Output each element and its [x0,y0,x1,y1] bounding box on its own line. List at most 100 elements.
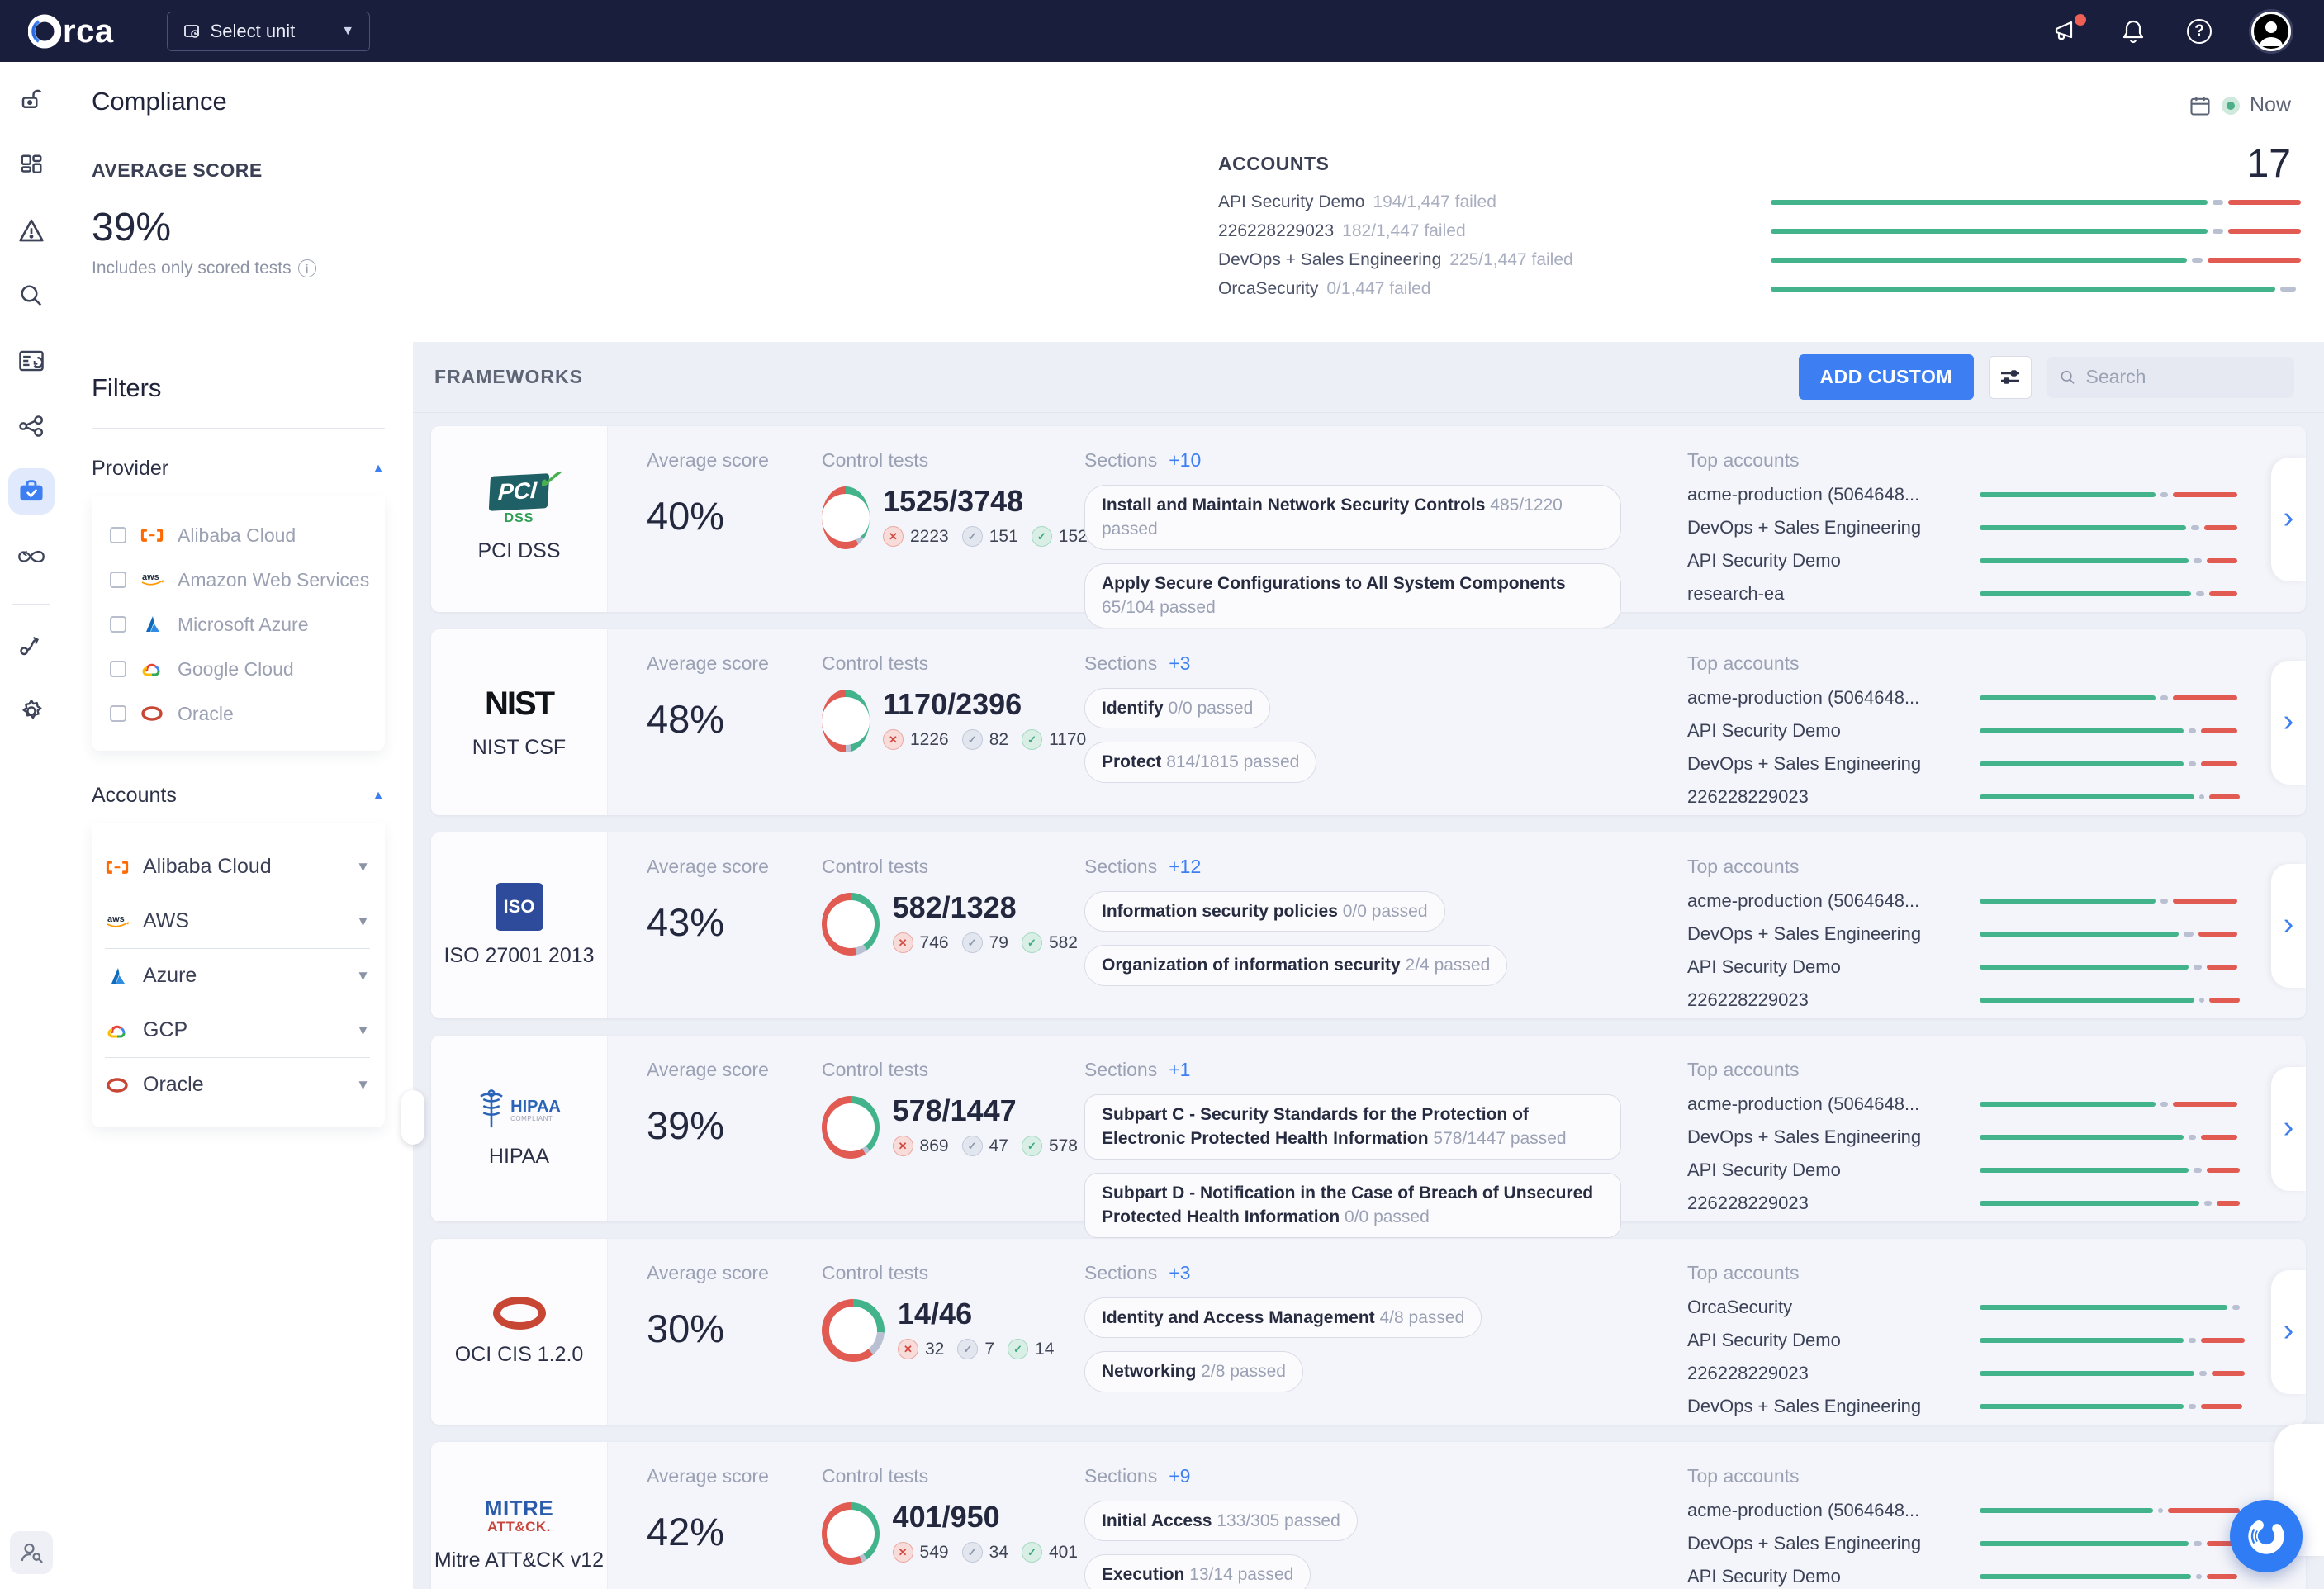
checkbox[interactable] [110,661,126,677]
framework-row-iso-27001[interactable]: ISO ISO 27001 2013 Average score 43% Con… [431,832,2306,1018]
section-pill[interactable]: Subpart D - Notification in the Case of … [1084,1173,1621,1238]
top-account-row[interactable]: acme-production (5064648... [1687,885,2235,918]
section-pill[interactable]: Identity and Access Management 4/8 passe… [1084,1297,1482,1338]
frameworks-search[interactable] [2047,357,2294,398]
top-account-row[interactable]: API Security Demo [1687,1560,2235,1589]
expand-framework-button[interactable]: › [2271,661,2306,785]
top-account-row[interactable]: API Security Demo [1687,1154,2235,1187]
padlock-icon[interactable] [8,77,55,123]
section-pill[interactable]: Execution 13/14 passed [1084,1554,1311,1589]
more-sections-link[interactable]: +3 [1169,1262,1190,1284]
section-pill[interactable]: Initial Access 133/305 passed [1084,1501,1358,1541]
collapse-filters-handle[interactable] [401,1090,424,1145]
shift-left-icon[interactable] [8,534,55,580]
user-access-icon[interactable] [10,1531,53,1574]
top-account-row[interactable]: research-ea [1687,577,2235,610]
top-account-row[interactable]: OrcaSecurity [1687,1291,2235,1324]
orca-chat-button[interactable] [2230,1500,2303,1572]
top-account-row[interactable]: API Security Demo [1687,951,2235,984]
search-icon[interactable] [8,273,55,319]
top-account-row[interactable]: acme-production (5064648... [1687,1088,2235,1121]
expand-framework-button[interactable]: › [2271,864,2306,988]
framework-row-hipaa[interactable]: HIPAACOMPLIANT HIPAA Average score 39% C… [431,1036,2306,1221]
section-pill[interactable]: Networking 2/8 passed [1084,1351,1303,1392]
account-summary-row[interactable]: OrcaSecurity0/1,447 failed [1218,275,2291,302]
framework-row-mitre-attack[interactable]: MITRE ATT&CK. Mitre ATT&CK v12 Average s… [431,1442,2306,1589]
top-account-row[interactable]: API Security Demo [1687,1324,2235,1357]
filter-settings-button[interactable] [1989,356,2032,399]
help-icon[interactable]: ? [2185,17,2213,45]
integrations-icon[interactable] [8,623,55,669]
more-sections-link[interactable]: +12 [1169,856,1201,878]
top-account-row[interactable]: DevOps + Sales Engineering [1687,1121,2235,1154]
section-pill[interactable]: Subpart C - Security Standards for the P… [1084,1094,1621,1160]
provider-option-aws[interactable]: aws Amazon Web Services [110,557,378,602]
account-summary-row[interactable]: DevOps + Sales Engineering225/1,447 fail… [1218,246,2291,273]
attack-graph-icon[interactable] [8,403,55,449]
top-account-row[interactable]: DevOps + Sales Engineering [1687,747,2235,780]
section-pill[interactable]: Identify 0/0 passed [1084,688,1270,728]
settings-icon[interactable] [8,688,55,734]
more-sections-link[interactable]: +3 [1169,652,1190,675]
section-pill[interactable]: Protect 814/1815 passed [1084,742,1316,782]
azure-icon [105,964,130,989]
alerts-icon[interactable] [8,207,55,254]
select-unit-dropdown[interactable]: Select unit ▼ [167,12,371,51]
accounts-filter-aws[interactable]: aws AWS ▼ [105,894,370,949]
top-account-row[interactable]: 226228229023 [1687,984,2235,1017]
framework-row-pci-dss[interactable]: PCI✓ DSS PCI DSS Average score 40% Contr… [431,426,2306,612]
dashboard-icon[interactable] [8,142,55,188]
framework-row-nist-csf[interactable]: NIST NIST CSF Average score 48% Control … [431,629,2306,815]
accounts-filter-alibaba[interactable]: Alibaba Cloud ▼ [105,840,370,894]
section-pill[interactable]: Organization of information security 2/4… [1084,945,1507,985]
section-pill[interactable]: Apply Secure Configurations to All Syste… [1084,563,1621,628]
search-input[interactable] [2084,365,2281,389]
info-icon[interactable]: i [298,259,316,277]
accounts-filter-oracle[interactable]: Oracle ▼ [105,1058,370,1112]
add-custom-button[interactable]: ADD CUSTOM [1799,354,1974,400]
account-summary-row[interactable]: 226228229023182/1,447 failed [1218,217,2291,244]
announcements-icon[interactable] [2053,17,2081,45]
more-sections-link[interactable]: +9 [1169,1465,1190,1487]
section-pill[interactable]: Install and Maintain Network Security Co… [1084,485,1621,550]
top-account-row[interactable]: 226228229023 [1687,1357,2235,1390]
more-sections-link[interactable]: +10 [1169,449,1201,472]
checkbox[interactable] [110,572,126,588]
top-account-row[interactable]: DevOps + Sales Engineering [1687,511,2235,544]
top-account-row[interactable]: 226228229023 [1687,780,2235,813]
expand-framework-button[interactable]: › [2271,458,2306,581]
svg-text:aws: aws [107,914,125,924]
compliance-icon-active[interactable] [8,468,55,515]
provider-section-toggle[interactable]: Provider▲ [92,457,385,496]
checkbox[interactable] [110,616,126,633]
accounts-filter-gcp[interactable]: GCP ▼ [105,1003,370,1058]
inventory-icon[interactable] [8,338,55,384]
top-account-row[interactable]: acme-production (5064648... [1687,1494,2235,1527]
provider-option-gcp[interactable]: Google Cloud [110,647,378,691]
checkbox[interactable] [110,527,126,543]
provider-option-azure[interactable]: Microsoft Azure [110,602,378,647]
top-account-row[interactable]: DevOps + Sales Engineering [1687,918,2235,951]
more-sections-link[interactable]: +1 [1169,1059,1190,1081]
accounts-section-toggle[interactable]: Accounts▲ [92,784,385,823]
account-summary-row[interactable]: API Security Demo194/1,447 failed [1218,188,2291,216]
expand-framework-button[interactable]: › [2271,1270,2306,1394]
accounts-filter-azure[interactable]: Azure ▼ [105,949,370,1003]
top-account-row[interactable]: DevOps + Sales Engineering [1687,1527,2235,1560]
bell-icon[interactable] [2119,17,2147,45]
top-account-row[interactable]: API Security Demo [1687,714,2235,747]
top-account-row[interactable]: DevOps + Sales Engineering [1687,1390,2235,1423]
framework-row-oci-cis[interactable]: OCI CIS 1.2.0 Average score 30% Control … [431,1239,2306,1425]
top-account-row[interactable]: API Security Demo [1687,544,2235,577]
provider-option-oracle[interactable]: Oracle [110,691,378,736]
expand-framework-button[interactable]: › [2271,1067,2306,1191]
provider-option-alibaba[interactable]: Alibaba Cloud [110,513,378,557]
top-account-row[interactable]: acme-production (5064648... [1687,478,2235,511]
checkbox[interactable] [110,705,126,722]
user-avatar[interactable] [2251,12,2291,51]
orca-logo[interactable]: rca [28,13,114,50]
time-selector[interactable]: Now [2189,93,2291,117]
section-pill[interactable]: Information security policies 0/0 passed [1084,891,1445,932]
top-account-row[interactable]: acme-production (5064648... [1687,681,2235,714]
top-account-row[interactable]: 226228229023 [1687,1187,2235,1220]
